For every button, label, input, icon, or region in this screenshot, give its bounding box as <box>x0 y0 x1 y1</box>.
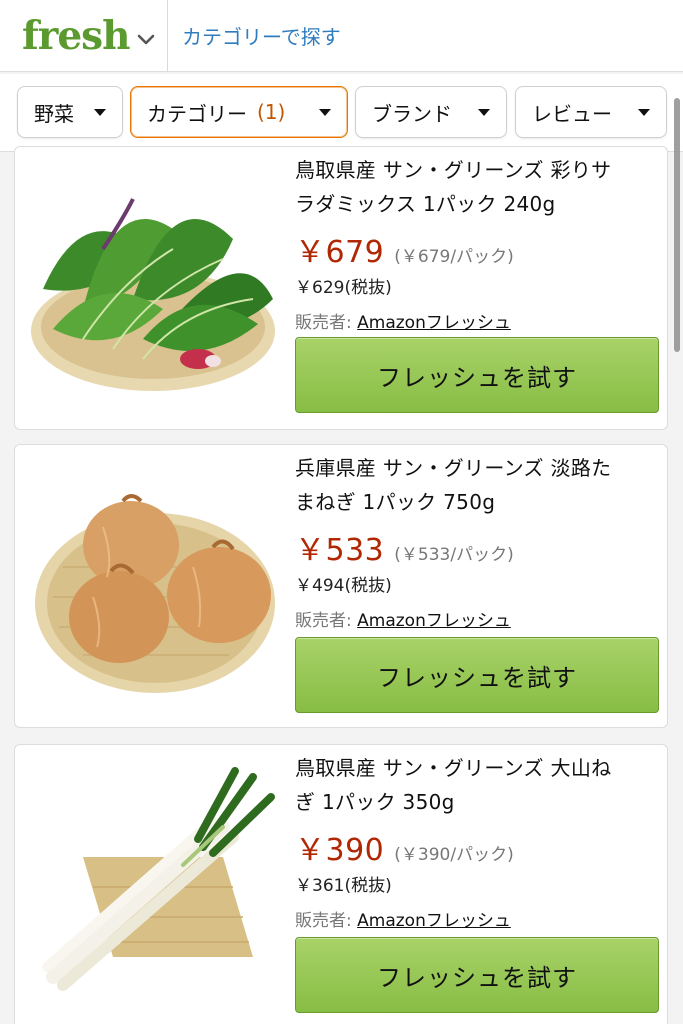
product-title[interactable]: 鳥取県産 サン・グリーンズ 彩りサ ラダミックス 1パック 240g <box>295 153 663 221</box>
filter-vegetables[interactable]: 野菜 <box>17 86 123 138</box>
caret-down-icon <box>319 109 331 116</box>
seller: 販売者: Amazonフレッシュ <box>295 606 663 631</box>
filter-label: ブランド <box>372 101 452 126</box>
filter-category[interactable]: カテゴリー (1) <box>130 86 348 138</box>
scrollbar-thumb[interactable] <box>674 98 680 352</box>
product-info: 鳥取県産 サン・グリーンズ 大山ね ぎ 1パック 350g ￥390 (￥390… <box>295 751 663 931</box>
seller-link[interactable]: Amazonフレッシュ <box>357 313 511 333</box>
product-title[interactable]: 鳥取県産 サン・グリーンズ 大山ね ぎ 1パック 350g <box>295 751 663 819</box>
seller: 販売者: Amazonフレッシュ <box>295 906 663 931</box>
salad-mix-image[interactable] <box>23 159 283 415</box>
category-search-link[interactable]: カテゴリーで探す <box>182 21 341 50</box>
green-onion-image[interactable] <box>23 757 283 1013</box>
price: ￥679 <box>295 235 385 270</box>
seller-link[interactable]: Amazonフレッシュ <box>357 911 511 931</box>
fresh-logo[interactable]: fresh <box>22 13 130 59</box>
unit-price: (￥533/パック) <box>394 545 514 565</box>
product-title-line[interactable]: ラダミックス 1パック 240g <box>295 187 663 221</box>
fresh-logo-menu[interactable]: fresh <box>0 0 168 72</box>
filter-label: 野菜 <box>34 101 74 126</box>
product-card[interactable]: 兵庫県産 サン・グリーンズ 淡路た まねぎ 1パック 750g ￥533 (￥5… <box>14 444 668 728</box>
caret-down-icon <box>638 109 650 116</box>
product-title-line[interactable]: 鳥取県産 サン・グリーンズ 大山ね <box>295 751 663 785</box>
product-title-line[interactable]: 鳥取県産 サン・グリーンズ 彩りサ <box>295 153 663 187</box>
filter-bar: 野菜 カテゴリー (1) ブランド レビュー <box>0 74 683 152</box>
filter-label: レビュー <box>532 101 612 126</box>
try-fresh-button[interactable]: フレッシュを試す <box>295 337 659 413</box>
onions-image[interactable] <box>23 457 283 713</box>
page: fresh カテゴリーで探す 野菜 カテゴリー (1) ブランド レビュー 鳥取… <box>0 0 683 1024</box>
price: ￥533 <box>295 533 385 568</box>
price: ￥390 <box>295 833 385 868</box>
product-title[interactable]: 兵庫県産 サン・グリーンズ 淡路た まねぎ 1パック 750g <box>295 451 663 519</box>
try-fresh-button[interactable]: フレッシュを試す <box>295 937 659 1013</box>
price-row: ￥390 (￥390/パック) <box>295 825 663 869</box>
tax-excluded-price: ￥361(税抜) <box>295 876 392 896</box>
product-card[interactable]: 鳥取県産 サン・グリーンズ 彩りサ ラダミックス 1パック 240g ￥679 … <box>14 146 668 430</box>
chevron-down-icon[interactable] <box>135 29 157 51</box>
seller-link[interactable]: Amazonフレッシュ <box>357 611 511 631</box>
tax-excluded-price: ￥494(税抜) <box>295 576 392 596</box>
filter-label: カテゴリー <box>147 101 247 126</box>
filter-brand[interactable]: ブランド <box>355 86 507 138</box>
product-title-line[interactable]: まねぎ 1パック 750g <box>295 485 663 519</box>
unit-price: (￥390/パック) <box>394 845 514 865</box>
top-header: fresh カテゴリーで探す <box>0 0 683 72</box>
filter-review[interactable]: レビュー <box>515 86 667 138</box>
price-row: ￥679 (￥679/パック) <box>295 227 663 271</box>
tax-excluded-price: ￥629(税抜) <box>295 278 392 298</box>
seller-label: 販売者: <box>295 611 352 631</box>
caret-down-icon <box>478 109 490 116</box>
try-fresh-button[interactable]: フレッシュを試す <box>295 637 659 713</box>
seller-label: 販売者: <box>295 313 352 333</box>
price-row: ￥533 (￥533/パック) <box>295 525 663 569</box>
seller: 販売者: Amazonフレッシュ <box>295 308 663 333</box>
filter-count: (1) <box>257 100 286 124</box>
product-info: 兵庫県産 サン・グリーンズ 淡路た まねぎ 1パック 750g ￥533 (￥5… <box>295 451 663 631</box>
unit-price: (￥679/パック) <box>394 247 514 267</box>
product-title-line[interactable]: 兵庫県産 サン・グリーンズ 淡路た <box>295 451 663 485</box>
caret-down-icon <box>94 109 106 116</box>
seller-label: 販売者: <box>295 911 352 931</box>
product-title-line[interactable]: ぎ 1パック 350g <box>295 785 663 819</box>
product-info: 鳥取県産 サン・グリーンズ 彩りサ ラダミックス 1パック 240g ￥679 … <box>295 153 663 333</box>
product-card[interactable]: 鳥取県産 サン・グリーンズ 大山ね ぎ 1パック 350g ￥390 (￥390… <box>14 744 668 1024</box>
